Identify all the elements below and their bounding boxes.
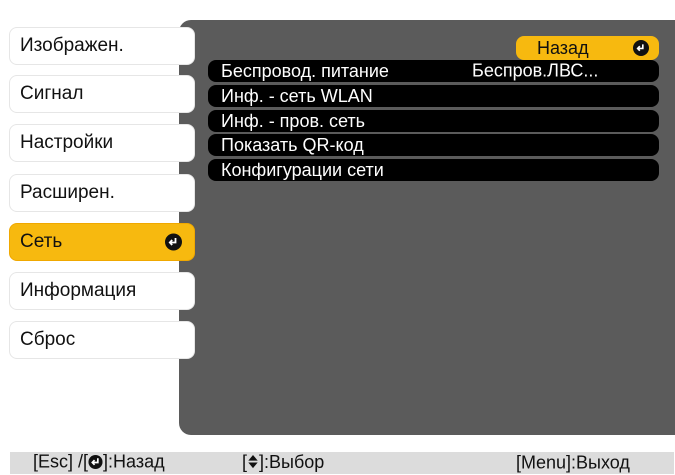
submenu-item-network-config[interactable]: Конфигурации сети	[208, 159, 659, 181]
enter-icon	[88, 454, 103, 475]
menu-item-reset[interactable]: Сброс	[9, 321, 195, 359]
menu-item-network[interactable]: Сеть	[9, 223, 195, 261]
menu-item-label: Информация	[20, 280, 137, 301]
menu-item-info[interactable]: Информация	[9, 272, 195, 310]
submenu-item-value: Беспров.ЛВС...	[472, 60, 599, 81]
enter-icon	[165, 233, 182, 251]
menu-item-image[interactable]: Изображен.	[9, 27, 195, 65]
back-button[interactable]: Назад	[516, 36, 659, 60]
submenu-item-label: Беспровод. питание	[221, 60, 389, 81]
menu-item-settings[interactable]: Настройки	[9, 124, 195, 162]
menu-item-label: Расширен.	[20, 182, 115, 203]
help-bar: [Esc] /[]:Назад []:Выбор [Menu]:Выход	[10, 452, 674, 474]
menu-item-label: Сеть	[20, 231, 63, 252]
menu-item-label: Сброс	[20, 329, 76, 350]
submenu-item-label: Показать QR-код	[221, 134, 364, 155]
menu-item-label: Сигнал	[20, 83, 84, 104]
submenu-item-wlan-info[interactable]: Инф. - сеть WLAN	[208, 85, 659, 107]
select-hint: []:Выбор	[242, 452, 325, 474]
exit-hint: [Menu]:Выход	[516, 452, 630, 473]
back-hint: [Esc] /[]:Назад	[33, 452, 165, 475]
submenu-item-qr-code[interactable]: Показать QR-код	[208, 134, 659, 156]
menu-item-label: Настройки	[20, 132, 114, 153]
enter-icon	[633, 40, 649, 56]
submenu-panel	[179, 20, 675, 435]
menu-item-extended[interactable]: Расширен.	[9, 174, 195, 212]
submenu-item-wired-info[interactable]: Инф. - пров. сеть	[208, 110, 659, 132]
menu-item-label: Изображен.	[20, 35, 124, 56]
main-menu-sidebar: Изображен. Сигнал Настройки Расширен. Се…	[0, 10, 196, 425]
back-label: Назад	[537, 37, 589, 58]
up-down-arrows-icon	[247, 453, 259, 474]
submenu-item-label: Конфигурации сети	[221, 159, 384, 180]
submenu-item-label: Инф. - сеть WLAN	[221, 85, 373, 106]
submenu-item-wireless-power[interactable]: Беспровод. питание Беспров.ЛВС...	[208, 60, 659, 82]
menu-item-signal[interactable]: Сигнал	[9, 75, 195, 113]
submenu-item-label: Инф. - пров. сеть	[221, 110, 366, 131]
